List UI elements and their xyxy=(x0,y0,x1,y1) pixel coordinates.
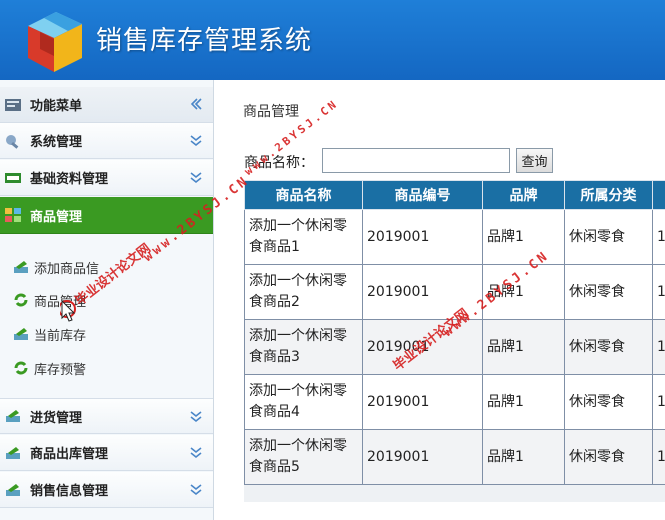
sidebar-subitem-current-stock[interactable]: 当前库存 xyxy=(12,323,86,345)
product-name-cell: 添加一个休闲零 食商品3 xyxy=(244,319,363,375)
product-name-cell: 添加一个休闲零 食商品5 xyxy=(244,429,363,485)
sidebar-subitem-add-product[interactable]: 添加商品信 xyxy=(12,256,99,278)
sidebar-item-label: 销售信息管理 xyxy=(30,484,109,499)
brand-cell: 品牌1 xyxy=(482,319,565,375)
extra-cell: 10 xyxy=(652,374,665,430)
refresh-icon xyxy=(14,361,28,375)
product-name-line: 添加一个休闲零 xyxy=(249,383,347,399)
product-name-cell: 添加一个休闲零 食商品2 xyxy=(244,264,363,320)
sidebar: 功能菜单 系统管理 基础资料管理 商品管理 添加商品信 商品管理 当前库存 库存… xyxy=(0,80,214,520)
refresh-icon xyxy=(14,293,28,307)
sidebar-item-label: 系统管理 xyxy=(30,135,83,150)
brand-cell: 品牌1 xyxy=(482,429,565,485)
category-cell: 休闲零食 xyxy=(564,374,653,430)
sidebar-item-outbound[interactable]: 商品出库管理 xyxy=(0,435,213,471)
edit-icon xyxy=(14,261,28,273)
product-name-line: 食商品1 xyxy=(249,239,300,255)
sidebar-item-label: 商品出库管理 xyxy=(30,447,109,462)
chevron-down-icon xyxy=(190,411,202,423)
column-header[interactable]: 商品编号 xyxy=(362,180,483,210)
edit-icon xyxy=(6,410,20,422)
collapse-icon[interactable] xyxy=(189,97,203,111)
sidebar-header-label: 功能菜单 xyxy=(30,99,83,114)
chevron-down-icon xyxy=(190,484,202,496)
table-header-row: 商品名称 商品编号 品牌 所属分类 最 xyxy=(244,180,665,210)
table-row[interactable]: 添加一个休闲零食商品1 2019001 品牌1 休闲零食 10 xyxy=(244,209,665,265)
sidebar-item-purchase[interactable]: 进货管理 xyxy=(0,398,213,434)
product-name-cell: 添加一个休闲零 食商品1 xyxy=(244,209,363,265)
product-name-line: 添加一个休闲零 xyxy=(249,218,347,234)
category-cell: 休闲零食 xyxy=(564,264,653,320)
sidebar-subitem-label: 添加商品信 xyxy=(34,261,100,277)
chevron-down-icon xyxy=(190,135,202,147)
edit-icon xyxy=(14,328,28,340)
brand-cell: 品牌1 xyxy=(482,209,565,265)
product-name-search-input[interactable] xyxy=(322,148,510,173)
product-code-cell: 2019001 xyxy=(362,374,483,430)
chevron-down-icon xyxy=(190,172,202,184)
grid-icon xyxy=(5,208,21,222)
sidebar-item-sales[interactable]: 销售信息管理 xyxy=(0,472,213,508)
menu-icon xyxy=(5,98,21,111)
page-title: 商品管理 xyxy=(243,104,299,120)
sidebar-subitem-label: 库存预警 xyxy=(34,362,87,378)
sidebar-item-label: 商品管理 xyxy=(30,209,83,225)
sidebar-item-label: 基础资料管理 xyxy=(30,172,109,187)
category-cell: 休闲零食 xyxy=(564,319,653,375)
product-name-line: 食商品5 xyxy=(249,459,300,475)
product-name-cell: 添加一个休闲零 食商品4 xyxy=(244,374,363,430)
column-header[interactable]: 最 xyxy=(652,180,665,210)
sidebar-subitem-label: 当前库存 xyxy=(34,328,87,344)
brand-cell: 品牌1 xyxy=(482,374,565,430)
card-icon xyxy=(5,172,21,183)
search-button[interactable]: 查询 xyxy=(516,148,553,173)
edit-icon xyxy=(6,483,20,496)
product-table-container: 商品名称 商品编号 品牌 所属分类 最 添加一个休闲零食商品1 2019001 … xyxy=(244,180,665,502)
extra-cell: 10 xyxy=(652,429,665,485)
table-row[interactable]: 添加一个休闲零食商品5 2019001 品牌1 休闲零食 10 xyxy=(244,429,665,485)
sidebar-header[interactable]: 功能菜单 xyxy=(0,87,213,123)
product-code-cell: 2019001 xyxy=(362,209,483,265)
wrench-icon xyxy=(6,134,19,149)
extra-cell: 10 xyxy=(652,209,665,265)
sidebar-item-base-data[interactable]: 基础资料管理 xyxy=(0,160,213,196)
product-name-line: 食商品2 xyxy=(249,294,300,310)
column-header[interactable]: 所属分类 xyxy=(564,180,653,210)
app-title: 销售库存管理系统 xyxy=(96,26,313,56)
product-name-line: 添加一个休闲零 xyxy=(249,438,347,454)
product-name-line: 添加一个休闲零 xyxy=(249,273,347,289)
mouse-cursor-icon xyxy=(60,300,76,322)
product-name-line: 食商品3 xyxy=(249,349,300,365)
edit-icon xyxy=(6,446,20,459)
product-name-line: 食商品4 xyxy=(249,404,300,420)
table-row[interactable]: 添加一个休闲零食商品4 2019001 品牌1 休闲零食 10 xyxy=(244,374,665,430)
product-name-line: 添加一个休闲零 xyxy=(249,328,347,344)
sidebar-item-label: 进货管理 xyxy=(30,410,83,426)
category-cell: 休闲零食 xyxy=(564,209,653,265)
app-logo-icon xyxy=(28,12,82,72)
app-header: 销售库存管理系统 xyxy=(0,0,665,80)
extra-cell: 10 xyxy=(652,319,665,375)
column-header[interactable]: 品牌 xyxy=(482,180,565,210)
column-header[interactable]: 商品名称 xyxy=(244,180,363,210)
sidebar-subitem-stock-warning[interactable]: 库存预警 xyxy=(12,357,86,379)
sidebar-item-system[interactable]: 系统管理 xyxy=(0,123,213,159)
category-cell: 休闲零食 xyxy=(564,429,653,485)
chevron-down-icon xyxy=(190,447,202,459)
extra-cell: 10 xyxy=(652,264,665,320)
product-code-cell: 2019001 xyxy=(362,429,483,485)
